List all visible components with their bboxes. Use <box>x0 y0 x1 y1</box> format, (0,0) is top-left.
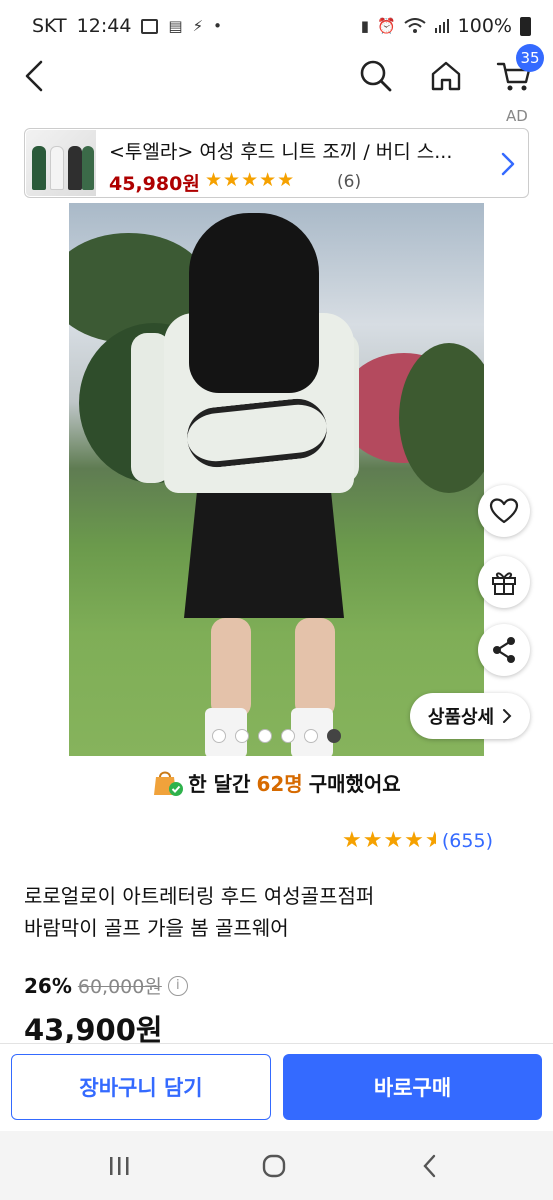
pagination-dot[interactable] <box>281 729 295 743</box>
product-detail-button[interactable]: 상품상세 <box>410 693 530 739</box>
signal-icon <box>434 19 449 33</box>
bottom-action-bar: 장바구니 담기 바로구매 <box>0 1043 553 1131</box>
sponsored-ad-card[interactable]: <투엘라> 여성 후드 니트 조끼 / 버디 스... 45,980원 ★★★★… <box>24 128 529 198</box>
purchase-suffix: 구매했어요 <box>308 771 401 796</box>
product-page: SKT 12:44 ▤ ⚡ • ▮ ⏰ 100% 35 AD <투엘라> 여성 … <box>0 0 553 1200</box>
pagination-dot[interactable] <box>327 729 341 743</box>
ad-label: AD <box>506 107 528 125</box>
pdf-notification-icon: ▤ <box>168 17 183 35</box>
gift-button[interactable] <box>478 556 530 608</box>
share-icon <box>493 637 515 663</box>
heart-icon <box>489 498 519 524</box>
chevron-left-icon <box>25 60 43 92</box>
product-rating[interactable]: ★★★★★ (655) <box>342 828 493 853</box>
more-notifications-icon: • <box>213 17 223 35</box>
ad-rating-stars: ★★★★★ <box>205 169 296 191</box>
product-detail-label: 상품상세 <box>427 707 495 728</box>
search-icon <box>360 60 392 92</box>
carrier-label: SKT <box>32 15 67 37</box>
ad-review-count: (6) <box>337 172 362 192</box>
system-navigation-bar <box>0 1131 553 1200</box>
image-pagination-dots[interactable] <box>212 729 341 743</box>
wifi-icon <box>404 18 426 33</box>
ad-title: <투엘라> 여성 후드 니트 조끼 / 버디 스... <box>109 141 453 163</box>
shopping-bag-check-icon <box>152 767 184 797</box>
gift-icon <box>492 572 516 595</box>
half-star-icon: ★ <box>424 828 436 853</box>
home-button[interactable] <box>422 52 470 100</box>
home-circle-icon <box>262 1154 286 1178</box>
home-icon <box>431 61 461 91</box>
original-price: 60,000원 <box>77 976 162 998</box>
back-button[interactable] <box>10 52 58 100</box>
ad-price: 45,980원 <box>109 173 200 195</box>
pagination-dot[interactable] <box>258 729 272 743</box>
purchase-buyer-count: 62명 <box>256 771 303 796</box>
product-title-line-1: 로로얼로이 아트레터링 후드 여성골프점퍼 <box>24 884 375 908</box>
top-nav <box>0 52 553 100</box>
battery-icon <box>520 16 531 36</box>
battery-percent: 100% <box>457 15 512 37</box>
info-icon[interactable]: i <box>167 975 188 996</box>
flash-notification-icon: ⚡ <box>192 17 204 35</box>
sim-icon: ▮ <box>360 17 369 35</box>
chevron-right-icon <box>503 709 512 723</box>
search-button[interactable] <box>352 52 400 100</box>
product-title: 로로얼로이 아트레터링 후드 여성골프점퍼 바람막이 골프 가을 봄 골프웨어 <box>24 880 529 944</box>
clock: 12:44 <box>76 15 132 37</box>
add-to-cart-button[interactable]: 장바구니 담기 <box>11 1054 271 1120</box>
pagination-dot[interactable] <box>304 729 318 743</box>
recent-apps-button[interactable] <box>99 1148 139 1184</box>
alarm-icon: ⏰ <box>376 17 396 35</box>
cart-count-badge: 35 <box>516 44 544 72</box>
discount-rate: 26% <box>24 973 72 998</box>
purchase-count-banner: 한 달간 62명 구매했어요 <box>0 762 553 802</box>
home-nav-button[interactable] <box>254 1148 294 1184</box>
rating-stars: ★★★★★ <box>342 828 436 853</box>
wishlist-button[interactable] <box>478 485 530 537</box>
price-area: 26% 60,000원 i 43,900원 <box>24 972 188 1049</box>
status-bar: SKT 12:44 ▤ ⚡ • ▮ ⏰ 100% <box>0 0 553 52</box>
pagination-dot[interactable] <box>212 729 226 743</box>
chevron-right-icon <box>493 147 523 181</box>
review-count-link[interactable]: (655) <box>442 830 493 852</box>
recent-apps-icon <box>110 1157 129 1175</box>
ad-product-thumbnail <box>26 130 96 196</box>
pagination-dot[interactable] <box>235 729 249 743</box>
product-image[interactable] <box>69 203 484 756</box>
product-title-line-2: 바람막이 골프 가을 봄 골프웨어 <box>24 916 289 940</box>
buy-now-button[interactable]: 바로구매 <box>283 1054 542 1120</box>
purchase-prefix: 한 달간 <box>188 771 251 796</box>
back-arrow-icon <box>423 1154 436 1178</box>
share-button[interactable] <box>478 624 530 676</box>
back-nav-button[interactable] <box>410 1148 450 1184</box>
gallery-notification-icon <box>141 18 159 34</box>
